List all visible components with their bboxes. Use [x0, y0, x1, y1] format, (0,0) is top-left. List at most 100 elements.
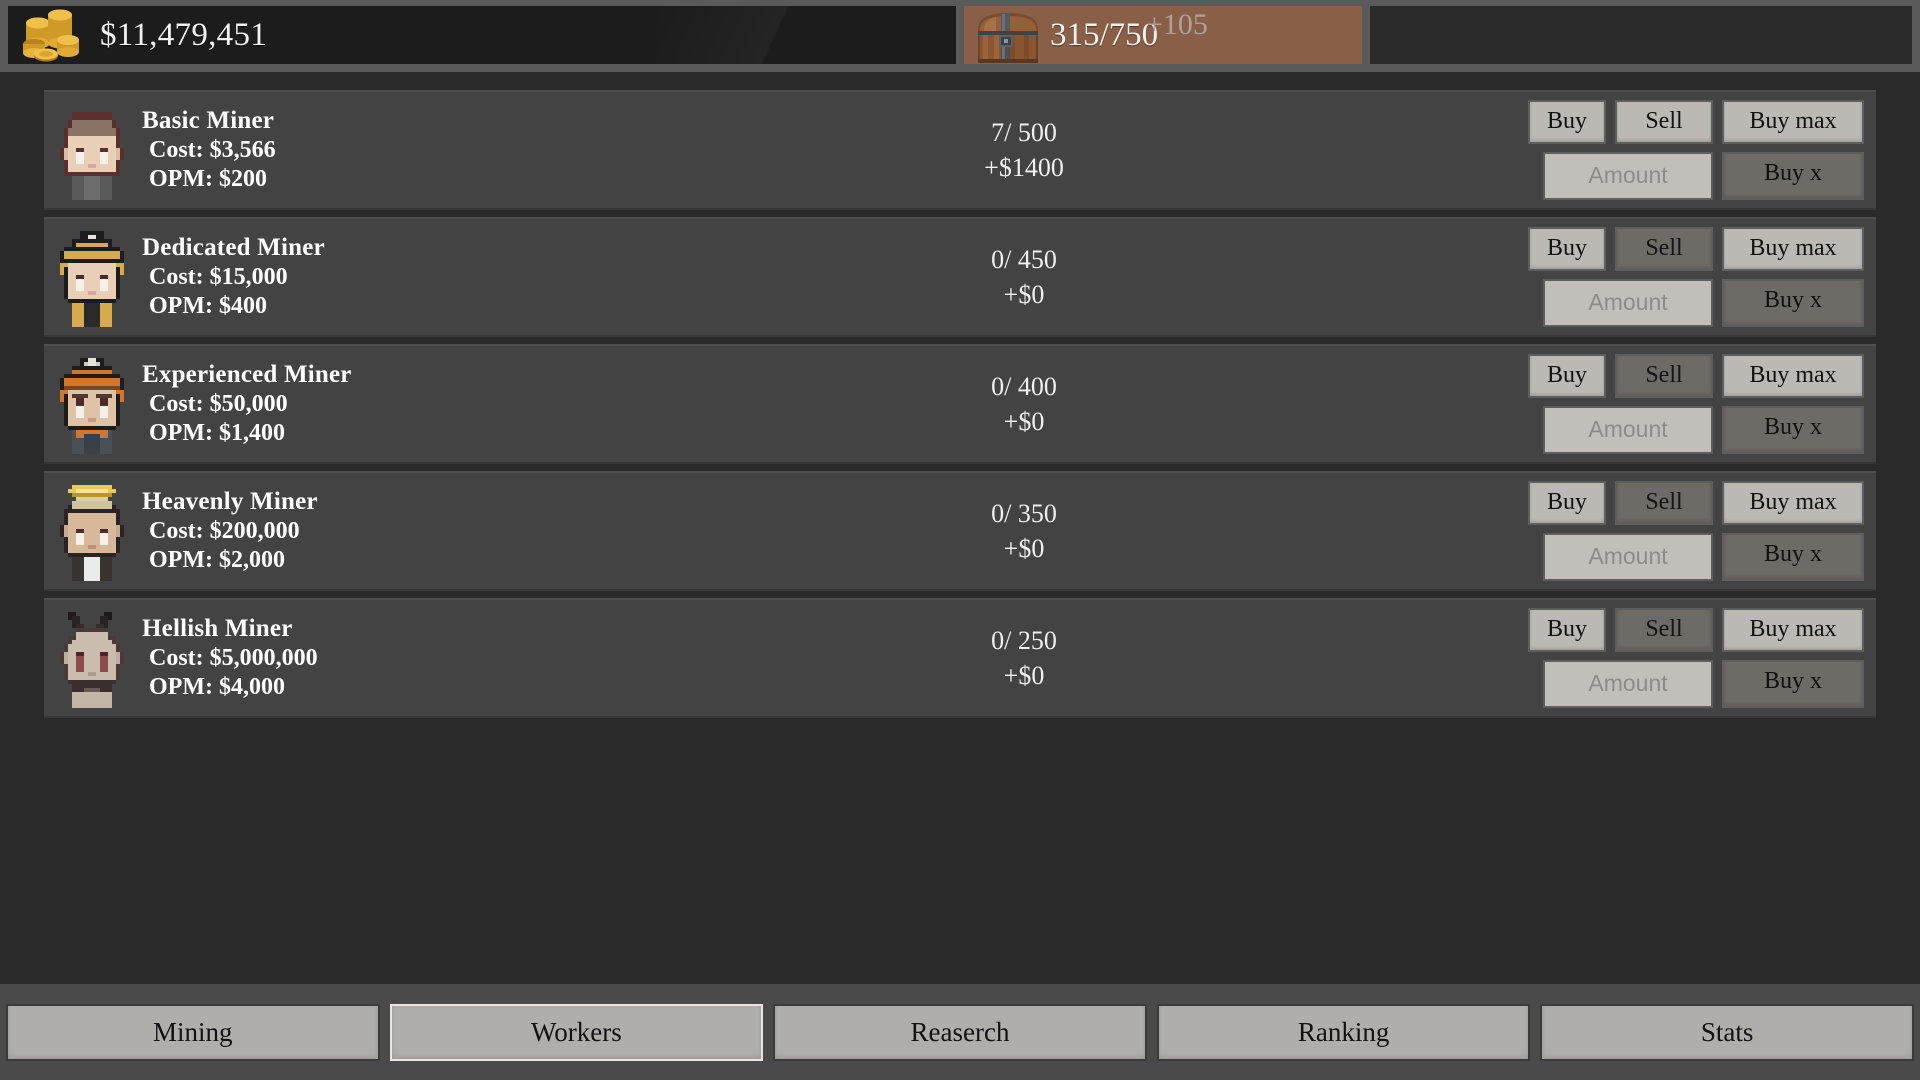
- buy-x-button[interactable]: Buy x: [1722, 533, 1864, 581]
- orange-helmet-miner-avatar: [54, 354, 130, 454]
- worker-info: Hellish Miner Cost: $5,000,000 OPM: $4,0…: [130, 615, 560, 701]
- worker-info: Heavenly Miner Cost: $200,000 OPM: $2,00…: [130, 488, 560, 574]
- worker-row: Experienced Miner Cost: $50,000 OPM: $1,…: [44, 344, 1876, 464]
- worker-actions: Buy Sell Buy max Buy x: [1528, 481, 1868, 581]
- buy-button[interactable]: Buy: [1528, 481, 1606, 525]
- nav-tab-workers[interactable]: Workers: [389, 1003, 764, 1061]
- chest-panel: 315/750 +105: [964, 6, 1362, 64]
- nav-tab-ranking[interactable]: Ranking: [1156, 1003, 1531, 1061]
- worker-cost: Cost: $3,566: [149, 137, 276, 163]
- secondary-action-row: Buy x: [1543, 406, 1864, 454]
- buy-max-button[interactable]: Buy max: [1722, 608, 1864, 652]
- bottom-navigation: Mining Workers Reaserch Ranking Stats: [0, 984, 1920, 1080]
- worker-opm: OPM: $4,000: [149, 674, 285, 700]
- primary-action-row: Buy Sell Buy max: [1528, 100, 1864, 144]
- worker-cost: Cost: $5,000,000: [149, 645, 318, 671]
- worker-name: Hellish Miner: [142, 615, 293, 642]
- primary-action-row: Buy Sell Buy max: [1528, 608, 1864, 652]
- worker-cost: Cost: $200,000: [149, 518, 300, 544]
- worker-opm: OPM: $1,400: [149, 420, 285, 446]
- worker-income: +$0: [1003, 406, 1045, 436]
- worker-stats: 0/ 450 +$0: [520, 245, 1528, 310]
- worker-opm: OPM: $400: [149, 293, 267, 319]
- worker-name: Experienced Miner: [142, 361, 352, 388]
- buy-max-button[interactable]: Buy max: [1722, 481, 1864, 525]
- buy-x-button[interactable]: Buy x: [1722, 152, 1864, 200]
- worker-stats: 0/ 350 +$0: [520, 499, 1528, 564]
- secondary-action-row: Buy x: [1543, 279, 1864, 327]
- amount-input[interactable]: [1543, 279, 1713, 327]
- worker-stats: 0/ 400 +$0: [520, 372, 1528, 437]
- sell-button[interactable]: Sell: [1615, 354, 1713, 398]
- buy-max-button[interactable]: Buy max: [1722, 354, 1864, 398]
- money-panel: $11,479,451: [8, 6, 956, 64]
- secondary-action-row: Buy x: [1543, 660, 1864, 708]
- worker-actions: Buy Sell Buy max Buy x: [1528, 100, 1868, 200]
- worker-row: Heavenly Miner Cost: $200,000 OPM: $2,00…: [44, 471, 1876, 591]
- gold-helmet-miner-avatar: [54, 227, 130, 327]
- workers-content: Basic Miner Cost: $3,566 OPM: $200 7/ 50…: [0, 72, 1920, 984]
- worker-actions: Buy Sell Buy max Buy x: [1528, 354, 1868, 454]
- secondary-action-row: Buy x: [1543, 152, 1864, 200]
- buy-x-button[interactable]: Buy x: [1722, 660, 1864, 708]
- worker-opm: OPM: $200: [149, 166, 267, 192]
- buy-button[interactable]: Buy: [1528, 608, 1606, 652]
- sell-button[interactable]: Sell: [1615, 227, 1713, 271]
- worker-stats: 0/ 250 +$0: [520, 626, 1528, 691]
- buy-max-button[interactable]: Buy max: [1722, 227, 1864, 271]
- worker-row: Dedicated Miner Cost: $15,000 OPM: $400 …: [44, 217, 1876, 337]
- top-resource-bar: $11,479,451 315/750 +105: [0, 0, 1920, 72]
- nav-tab-mining[interactable]: Mining: [6, 1003, 380, 1061]
- buy-max-button[interactable]: Buy max: [1722, 100, 1864, 144]
- worker-income: +$0: [1003, 279, 1045, 309]
- amount-input[interactable]: [1543, 152, 1713, 200]
- worker-name: Dedicated Miner: [142, 234, 325, 261]
- sell-button[interactable]: Sell: [1615, 100, 1713, 144]
- treasure-chest-icon: [970, 6, 1046, 64]
- worker-info: Dedicated Miner Cost: $15,000 OPM: $400: [130, 234, 560, 320]
- buy-button[interactable]: Buy: [1528, 100, 1606, 144]
- secondary-action-row: Buy x: [1543, 533, 1864, 581]
- worker-income: +$0: [1003, 660, 1045, 690]
- worker-actions: Buy Sell Buy max Buy x: [1528, 227, 1868, 327]
- worker-cost: Cost: $50,000: [149, 391, 288, 417]
- worker-stats: 7/ 500 +$1400: [520, 118, 1528, 183]
- amount-input[interactable]: [1543, 406, 1713, 454]
- worker-count: 7/ 500: [991, 117, 1057, 147]
- worker-row: Basic Miner Cost: $3,566 OPM: $200 7/ 50…: [44, 90, 1876, 210]
- money-value: $11,479,451: [100, 16, 268, 53]
- worker-count: 0/ 400: [991, 371, 1057, 401]
- primary-action-row: Buy Sell Buy max: [1528, 227, 1864, 271]
- sell-button[interactable]: Sell: [1615, 481, 1713, 525]
- worker-income: +$0: [1003, 533, 1045, 563]
- worker-count: 0/ 350: [991, 498, 1057, 528]
- buy-button[interactable]: Buy: [1528, 354, 1606, 398]
- worker-opm: OPM: $2,000: [149, 547, 285, 573]
- worker-list: Basic Miner Cost: $3,566 OPM: $200 7/ 50…: [44, 90, 1876, 718]
- horned-miner-avatar: [54, 608, 130, 708]
- primary-action-row: Buy Sell Buy max: [1528, 481, 1864, 525]
- chest-gain-indicator: +105: [1146, 8, 1208, 41]
- sell-button[interactable]: Sell: [1615, 608, 1713, 652]
- worker-cost: Cost: $15,000: [149, 264, 288, 290]
- bald-miner-avatar: [54, 100, 130, 200]
- worker-count: 0/ 450: [991, 244, 1057, 274]
- worker-count: 0/ 250: [991, 625, 1057, 655]
- topbar-filler: [1370, 6, 1912, 64]
- worker-info: Experienced Miner Cost: $50,000 OPM: $1,…: [130, 361, 560, 447]
- nav-tab-reaserch[interactable]: Reaserch: [773, 1003, 1147, 1061]
- chest-value: 315/750: [1050, 16, 1159, 53]
- worker-actions: Buy Sell Buy max Buy x: [1528, 608, 1868, 708]
- amount-input[interactable]: [1543, 660, 1713, 708]
- buy-x-button[interactable]: Buy x: [1722, 279, 1864, 327]
- worker-income: +$1400: [984, 152, 1064, 182]
- worker-info: Basic Miner Cost: $3,566 OPM: $200: [130, 107, 560, 193]
- amount-input[interactable]: [1543, 533, 1713, 581]
- worker-name: Heavenly Miner: [142, 488, 318, 515]
- worker-name: Basic Miner: [142, 107, 275, 134]
- halo-miner-avatar: [54, 481, 130, 581]
- nav-tab-stats[interactable]: Stats: [1540, 1003, 1914, 1061]
- buy-x-button[interactable]: Buy x: [1722, 406, 1864, 454]
- primary-action-row: Buy Sell Buy max: [1528, 354, 1864, 398]
- buy-button[interactable]: Buy: [1528, 227, 1606, 271]
